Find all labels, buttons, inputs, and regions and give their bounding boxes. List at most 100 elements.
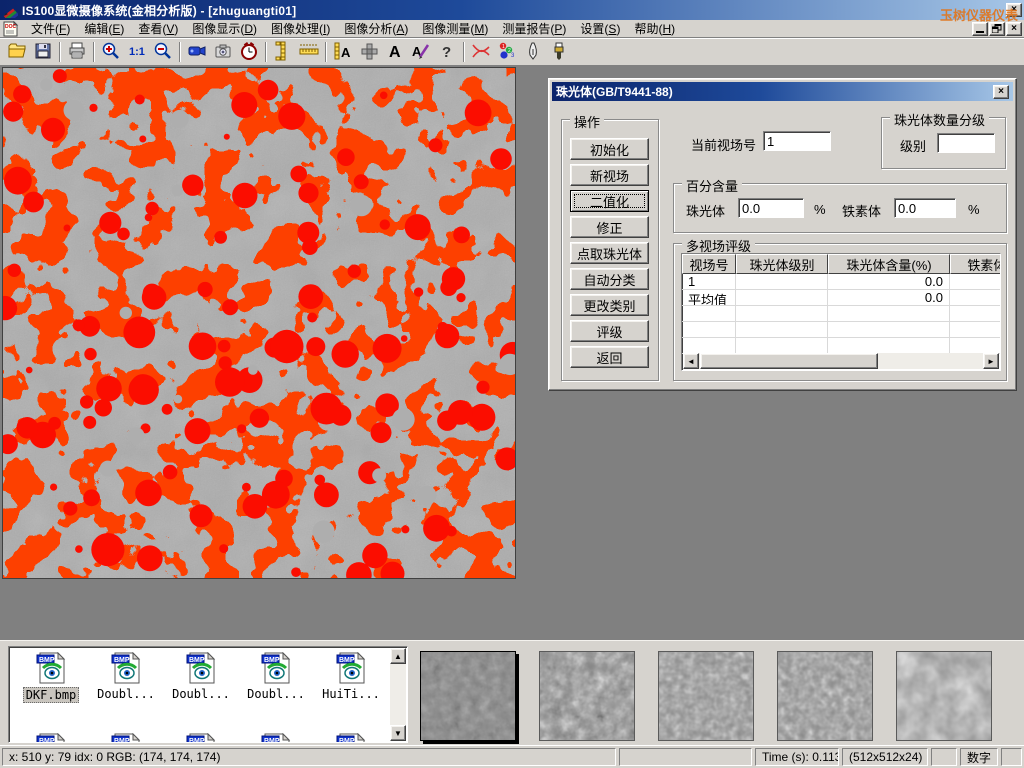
- dialog-button-1[interactable]: 新视场: [570, 164, 649, 186]
- mdi-minimize-button[interactable]: [972, 22, 988, 36]
- dialog-button-3[interactable]: 修正: [570, 216, 649, 238]
- toolbar-button-save[interactable]: [30, 40, 56, 64]
- svg-text:BMP: BMP: [114, 738, 130, 743]
- file-item-Doubl-[interactable]: BMP Doubl...: [165, 652, 237, 701]
- toolbar-button-help[interactable]: ?: [434, 40, 460, 64]
- table-hscrollbar[interactable]: ◄ ►: [683, 353, 999, 369]
- toolbar-button-pen[interactable]: [520, 40, 546, 64]
- svg-text:A: A: [341, 45, 351, 60]
- scroll-left-icon[interactable]: ◄: [683, 353, 699, 369]
- dialog-button-6[interactable]: 更改类别: [570, 294, 649, 316]
- toolbar-button-classify-balls[interactable]: 123: [494, 40, 520, 64]
- dialog-button-4[interactable]: 点取珠光体: [570, 242, 649, 264]
- window-title: IS100显微摄像系统(金相分析版) - [zhuguangti01]: [22, 2, 296, 19]
- processing-time-readout: Time (s): 0.113: [755, 748, 839, 766]
- document-icon[interactable]: DOC: [2, 21, 20, 37]
- toolbar-button-measure-text[interactable]: A: [330, 40, 356, 64]
- toolbar-button-print[interactable]: [64, 40, 90, 64]
- toolbar-button-curve-cut[interactable]: [468, 40, 494, 64]
- scroll-right-icon[interactable]: ►: [983, 353, 999, 369]
- toolbar-button-caliper[interactable]: [270, 40, 296, 64]
- table-row[interactable]: [682, 322, 1000, 338]
- titlebar-close-button[interactable]: ×: [1006, 3, 1022, 17]
- ferrite-percent-input[interactable]: [894, 198, 956, 218]
- table-column-header[interactable]: 珠光体级别: [736, 254, 828, 274]
- table-cell: [736, 306, 828, 322]
- menu-item-8[interactable]: 设置(S): [573, 19, 627, 38]
- table-row[interactable]: 平均值0.0: [682, 290, 1000, 306]
- table-column-header[interactable]: 视场号: [682, 254, 736, 274]
- file-item-clipped[interactable]: BMP: [165, 733, 237, 743]
- table-row[interactable]: [682, 338, 1000, 354]
- toolbar-button-open-folder[interactable]: [4, 40, 30, 64]
- file-item-HuiTi-[interactable]: BMP HuiTi...: [315, 652, 387, 701]
- file-list-scrollbar[interactable]: ▲ ▼: [390, 648, 406, 741]
- table-row[interactable]: [682, 306, 1000, 322]
- pearlite-dialog[interactable]: 珠光体(GB/T9441-88) × 操作 初始化新视场二值化修正点取珠光体自动…: [548, 78, 1017, 391]
- menu-item-9[interactable]: 帮助(H): [627, 19, 682, 38]
- level-input[interactable]: [937, 133, 995, 153]
- scroll-thumb[interactable]: [700, 353, 878, 369]
- current-field-input[interactable]: [763, 131, 831, 151]
- table-column-header[interactable]: 铁素体含量(%): [950, 254, 1001, 274]
- table-header: 视场号珠光体级别珠光体含量(%)铁素体含量(%): [682, 254, 1000, 274]
- dialog-button-7[interactable]: 评级: [570, 320, 649, 342]
- menu-item-7[interactable]: 测量报告(P): [495, 19, 573, 38]
- file-list[interactable]: BMP BMP BMP BMP BMP BMP HuiTi... BMP Dou…: [8, 646, 408, 743]
- menu-item-3[interactable]: 图像显示(D): [185, 19, 264, 38]
- toolbar-button-zoom-in[interactable]: [98, 40, 124, 64]
- file-item-DKF-bmp[interactable]: BMP DKF.bmp: [15, 652, 87, 703]
- gallery-thumbnail-4[interactable]: [896, 651, 992, 741]
- menu-item-4[interactable]: 图像处理(I): [264, 19, 337, 38]
- menu-item-6[interactable]: 图像测量(M): [415, 19, 495, 38]
- ferrite-percent-label: 铁素体: [842, 201, 881, 220]
- scroll-up-icon[interactable]: ▲: [390, 648, 406, 664]
- metallograph-image[interactable]: [2, 67, 516, 579]
- menu-item-1[interactable]: 编辑(E): [77, 19, 131, 38]
- toolbar-button-ruler[interactable]: [296, 40, 322, 64]
- file-item-Doubl-[interactable]: BMP Doubl...: [240, 652, 312, 701]
- dialog-button-5[interactable]: 自动分类: [570, 268, 649, 290]
- title-bar[interactable]: IS100显微摄像系统(金相分析版) - [zhuguangti01] ×: [0, 0, 1024, 20]
- toolbar-button-zoom-out[interactable]: [150, 40, 176, 64]
- bmp-eye-icon: BMP: [259, 673, 293, 687]
- toolbar-button-annotate[interactable]: A: [408, 40, 434, 64]
- gallery-thumbnail-2[interactable]: [658, 651, 754, 741]
- toolbar-button-one-to-one[interactable]: 1:1: [124, 40, 150, 64]
- dialog-button-0[interactable]: 初始化: [570, 138, 649, 160]
- table-row[interactable]: 10.0: [682, 274, 1000, 290]
- toolbar-button-clock[interactable]: [236, 40, 262, 64]
- mdi-close-button[interactable]: ×: [1006, 22, 1022, 36]
- table-column-header[interactable]: 珠光体含量(%): [828, 254, 950, 274]
- dialog-close-button[interactable]: ×: [993, 85, 1009, 99]
- file-item-clipped[interactable]: BMP: [240, 733, 312, 743]
- file-item-clipped[interactable]: BMP: [15, 733, 87, 743]
- file-name: Doubl...: [95, 687, 157, 701]
- file-item-clipped[interactable]: BMP: [90, 733, 162, 743]
- dialog-title-bar[interactable]: 珠光体(GB/T9441-88) ×: [552, 82, 1013, 101]
- multifield-table[interactable]: 视场号珠光体级别珠光体含量(%)铁素体含量(%) 10.0平均值0.0 ◄ ►: [681, 253, 1001, 371]
- toolbar-button-camera[interactable]: [210, 40, 236, 64]
- annotate-icon: A: [411, 41, 431, 64]
- pearlite-percent-input[interactable]: [738, 198, 804, 218]
- one-to-one-icon: 1:1: [127, 41, 147, 64]
- print-icon: [67, 41, 87, 64]
- toolbar-separator: [325, 42, 327, 62]
- gallery-thumbnail-0[interactable]: [420, 651, 516, 741]
- file-item-clipped[interactable]: BMP: [315, 733, 387, 743]
- dialog-button-8[interactable]: 返回: [570, 346, 649, 368]
- toolbar-button-video-camera[interactable]: [184, 40, 210, 64]
- scroll-down-icon[interactable]: ▼: [390, 725, 406, 741]
- gallery-thumbnail-3[interactable]: [777, 651, 873, 741]
- gallery-thumbnail-1[interactable]: [539, 651, 635, 741]
- save-icon: [33, 41, 53, 64]
- menu-item-5[interactable]: 图像分析(A): [337, 19, 415, 38]
- toolbar-button-grid[interactable]: [356, 40, 382, 64]
- toolbar-button-text-a[interactable]: A: [382, 40, 408, 64]
- toolbar-button-brush[interactable]: [546, 40, 572, 64]
- dialog-button-2[interactable]: 二值化: [570, 190, 649, 212]
- file-item-Doubl-[interactable]: BMP Doubl...: [90, 652, 162, 701]
- mdi-restore-button[interactable]: [989, 22, 1005, 36]
- menu-item-0[interactable]: 文件(F): [24, 19, 77, 38]
- menu-item-2[interactable]: 查看(V): [131, 19, 185, 38]
